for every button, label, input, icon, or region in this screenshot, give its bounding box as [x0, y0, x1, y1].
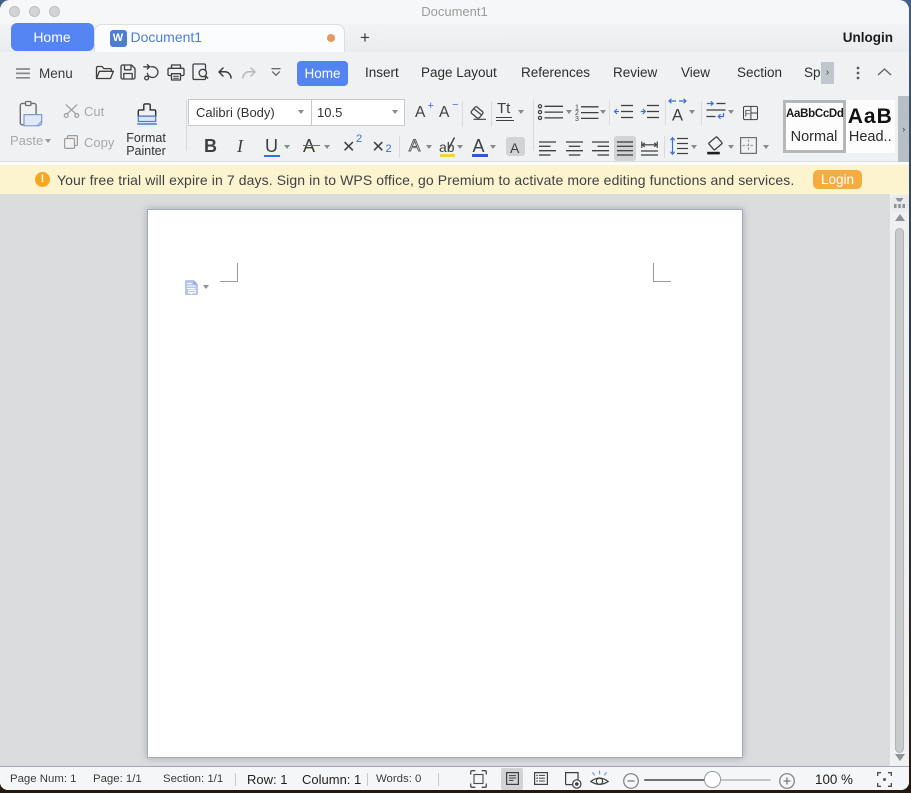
svg-text:3: 3 — [575, 115, 579, 122]
svg-text:A: A — [409, 136, 421, 155]
svg-text:A: A — [672, 107, 683, 125]
svg-text:F: F — [745, 109, 751, 120]
